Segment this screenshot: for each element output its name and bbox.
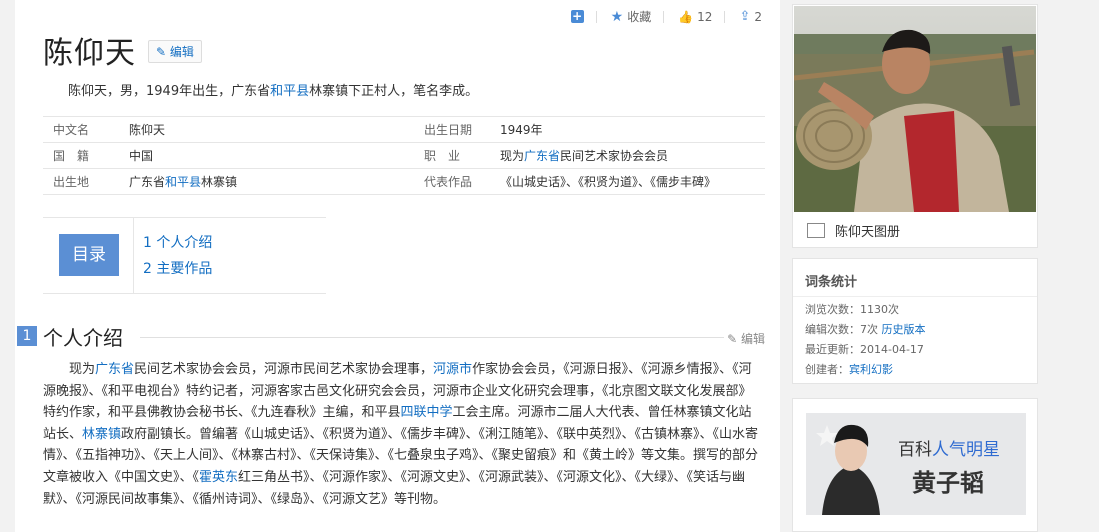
text: 人气明星 [932,440,1000,460]
divider [663,10,665,23]
like-count: 12 [697,9,713,24]
stat-label: 浏览次数： [805,303,860,316]
promo-line1: 百科人气明星 [898,435,1000,460]
info-key: 国 籍 [53,149,90,163]
text: 现为 [69,362,96,377]
thumbs-up-icon: 👍 [678,9,694,24]
info-key: 中文名 [53,123,90,137]
collect-label: 收藏 [627,10,652,24]
image-gallery-icon [807,223,825,238]
photo-card[interactable]: 陈仰天图册 [792,4,1038,248]
info-value: 中国 [129,149,154,163]
info-value: 1949年 [500,123,543,137]
divider [724,10,726,23]
divider [140,337,724,338]
album-label: 陈仰天图册 [835,225,901,240]
divider [793,296,1037,297]
info-row: 出生地 广东省和平县林寨镇 代表作品 《山城史话》、《积贤为道》、《儒步丰碑》 [43,168,765,195]
info-value: 陈仰天 [129,123,166,137]
text: 民间艺术家协会会员，河源市民间艺术家协会理事， [134,362,434,377]
link-guangdong[interactable]: 广东省 [524,149,560,163]
link-hepingxian[interactable]: 和平县 [165,175,201,189]
link-hepingxian[interactable]: 和平县 [270,84,309,99]
page-title: 陈仰天 [43,36,136,71]
sidebar: 陈仰天图册 词条统计 浏览次数：1130次 编辑次数：7次 历史版本 最近更新：… [792,0,1038,532]
summary: 陈仰天，男，1949年出生，广东省和平县林寨镇下正村人，笔名李成。 [68,80,478,99]
stat-label: 编辑次数： [805,323,860,336]
intro-paragraph: 现为广东省民间艺术家协会会员，河源市民间艺术家协会理事，河源市作家协会会员，《河… [43,359,763,510]
section-title: 个人介绍 [43,326,123,350]
info-key: 出生地 [53,175,90,189]
action-bar: + ★ 收藏 👍 12 ⇪ 2 [570,8,762,25]
pencil-icon: ✎ [727,332,738,346]
main-content: + ★ 收藏 👍 12 ⇪ 2 陈仰天 ✎ 编辑 陈仰天，男，1949年出生，广… [15,0,780,532]
catalog-label: 目录 [59,234,119,276]
stat-label: 最近更新： [805,343,860,356]
info-key: 出生日期 [424,123,473,137]
info-key: 职 业 [424,149,461,163]
stat-value: 7次 [860,323,878,336]
portrait-illustration [794,6,1036,212]
stat-value: 1130次 [860,303,899,316]
link-linzhai[interactable]: 林寨镇 [82,427,121,442]
basic-info-table: 中文名 陈仰天 出生日期 1949年 国 籍 中国 职 业 现为广东省民间艺术家… [43,116,765,195]
entry-stats: 词条统计 浏览次数：1130次 编辑次数：7次 历史版本 最近更新：2014-0… [792,258,1038,384]
info-key: 代表作品 [424,175,473,189]
info-value-job: 现为广东省民间艺术家协会会员 [500,147,668,164]
stat-updated: 最近更新：2014-04-17 [805,341,924,357]
divider [595,10,597,23]
catalog-items: 1 个人介绍 2 主要作品 [143,230,212,282]
text: 广东省 [129,175,166,189]
album-link[interactable]: 陈仰天图册 [807,221,900,240]
catalog: 目录 1 个人介绍 2 主要作品 [43,217,326,294]
edit-button[interactable]: ✎ 编辑 [148,40,202,63]
portrait-photo[interactable] [794,6,1036,212]
stat-creator: 创建者：宾利幻影 [805,361,893,377]
text: 百科 [898,440,932,460]
promo-line2: 黄子韬 [912,469,984,497]
edit-label: 编辑 [169,45,194,59]
info-value-birthplace: 广东省和平县林寨镇 [129,173,414,190]
history-link[interactable]: 历史版本 [882,323,926,336]
share-button[interactable]: ⇪ 2 [739,9,762,24]
catalog-item-works[interactable]: 2 主要作品 [143,256,212,282]
info-row: 国 籍 中国 职 业 现为广东省民间艺术家协会会员 [43,142,765,168]
add-icon[interactable]: + [570,10,584,23]
stat-value: 2014-04-17 [860,343,924,356]
info-row: 中文名 陈仰天 出生日期 1949年 [43,116,765,142]
stat-edits: 编辑次数：7次 历史版本 [805,321,926,337]
stat-label: 创建者： [805,363,849,376]
section-number: 1 [17,326,37,346]
promo-banner[interactable]: 百科人气明星 黄子韬 [792,398,1038,532]
share-count: 2 [754,9,762,24]
summary-text: 林寨镇下正村人，笔名李成。 [309,84,479,99]
link-heyuan[interactable]: 河源市 [433,362,472,377]
info-value: 《山城史话》、《积贤为道》、《儒步丰碑》 [500,175,717,189]
pencil-icon: ✎ [156,45,167,59]
section-edit-label: 编辑 [740,332,765,346]
summary-text: 陈仰天，男，1949年出生，广东省 [68,84,271,99]
promo-image[interactable]: 百科人气明星 黄子韬 [806,413,1026,515]
link-silian-school[interactable]: 四联中学 [401,405,453,420]
share-icon: ⇪ [739,9,751,24]
stats-title: 词条统计 [805,275,858,290]
collect-button[interactable]: ★ 收藏 [611,8,652,25]
text: 林寨镇 [201,175,238,189]
like-button[interactable]: 👍 12 [678,10,712,24]
link-guangdong[interactable]: 广东省 [95,362,134,377]
text: 现为 [500,149,525,163]
link-huo-yingdong[interactable]: 霍英东 [199,470,238,485]
section-edit-button[interactable]: ✎ 编辑 [727,330,765,347]
stat-views: 浏览次数：1130次 [805,301,899,317]
star-icon: ★ [610,8,624,25]
creator-link[interactable]: 宾利幻影 [849,363,893,376]
text: 民间艺术家协会会员 [560,149,669,163]
divider [133,218,134,293]
catalog-item-intro[interactable]: 1 个人介绍 [143,230,212,256]
